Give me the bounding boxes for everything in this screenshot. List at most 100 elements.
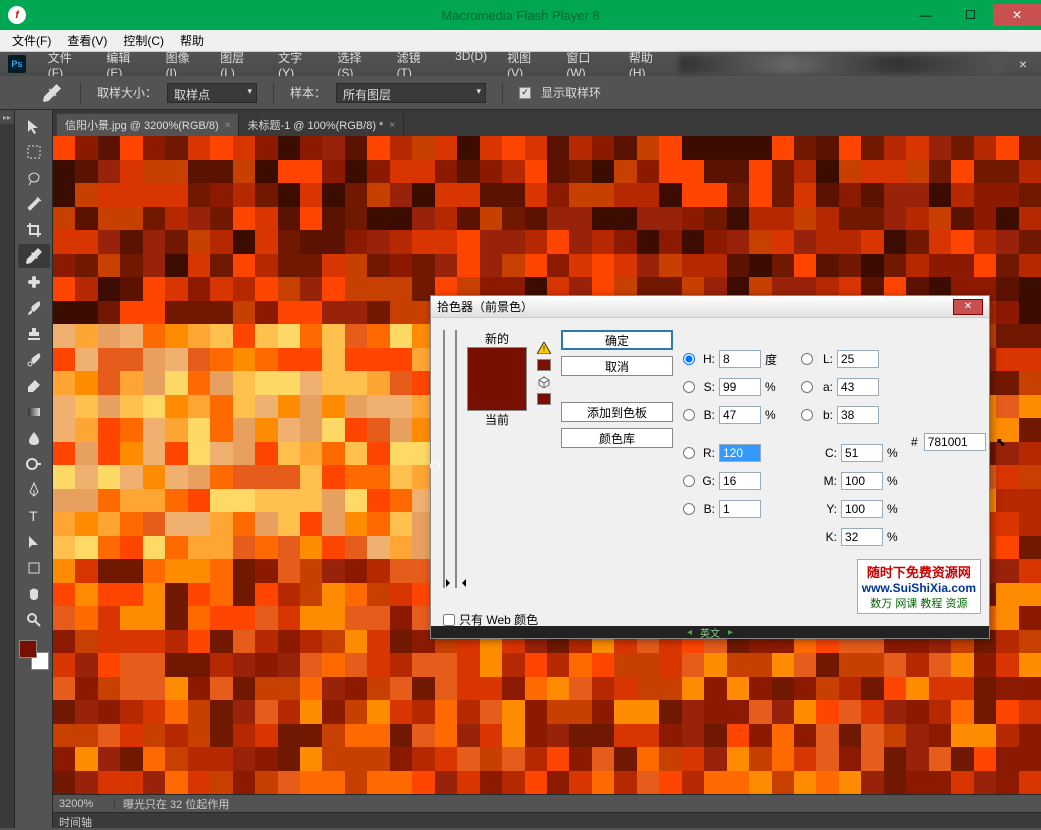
timeline-panel[interactable]: 时间轴 <box>53 812 1041 828</box>
websafe-swatch[interactable] <box>537 393 551 405</box>
l-input[interactable] <box>837 350 879 368</box>
healing-tool[interactable] <box>18 270 50 294</box>
crop-tool[interactable] <box>18 218 50 242</box>
color-swatches[interactable] <box>19 640 49 670</box>
b-radio[interactable] <box>683 409 695 421</box>
stamp-tool[interactable] <box>18 322 50 346</box>
lab-b-radio[interactable] <box>801 409 813 421</box>
rail-toggle[interactable]: ▸▸ <box>0 110 14 124</box>
sample-label: 样本： <box>290 84 326 101</box>
status-message: 曝光只在 32 位起作用 <box>115 796 237 812</box>
dialog-close-button[interactable]: ✕ <box>953 299 983 315</box>
ok-button[interactable]: 确定 <box>561 330 673 350</box>
path-select-tool[interactable] <box>18 530 50 554</box>
gamut-swatch[interactable] <box>537 359 551 371</box>
dodge-tool[interactable] <box>18 452 50 476</box>
pen-tool[interactable] <box>18 478 50 502</box>
tab-close-icon[interactable]: × <box>225 120 231 131</box>
gamut-warning-icon[interactable]: ! <box>537 342 551 354</box>
taskbar: ◂ 英文 ▸ <box>431 626 989 638</box>
left-rail: ▸▸ <box>0 110 15 828</box>
toolbox: T <box>15 110 53 828</box>
flash-title: Macromedia Flash Player 8 <box>441 8 599 23</box>
type-tool[interactable]: T <box>18 504 50 528</box>
brush-tool[interactable] <box>18 296 50 320</box>
current-color-swatch[interactable] <box>468 379 526 410</box>
b2-input[interactable] <box>719 500 761 518</box>
cancel-button[interactable]: 取消 <box>561 356 673 376</box>
color-picker-dialog: 拾色器（前景色） ✕ 新的 当前 ! <box>430 295 990 639</box>
blur-tool[interactable] <box>18 426 50 450</box>
history-brush-tool[interactable] <box>18 348 50 372</box>
color-field[interactable] <box>443 330 445 588</box>
b2-radio[interactable] <box>683 503 695 515</box>
ps-close-button[interactable]: × <box>1013 56 1033 72</box>
m-input[interactable] <box>841 472 883 490</box>
watermark: 随时下免费资源网 www.SuiShiXia.com 数万 网课 教程 资源 <box>857 559 981 614</box>
hue-slider[interactable] <box>455 330 457 588</box>
status-bar: 3200% 曝光只在 32 位起作用 <box>53 794 1041 812</box>
sample-layer-select[interactable]: 所有图层 <box>336 83 486 103</box>
zoom-level[interactable]: 3200% <box>53 798 115 810</box>
gradient-tool[interactable] <box>18 400 50 424</box>
marquee-tool[interactable] <box>18 140 50 164</box>
g-radio[interactable] <box>683 475 695 487</box>
a-radio[interactable] <box>801 381 813 393</box>
h-radio[interactable] <box>683 353 695 365</box>
shape-tool[interactable] <box>18 556 50 580</box>
tab-document-2[interactable]: 未标题-1 @ 100%(RGB/8) *× <box>239 114 404 136</box>
ime-arrow-icon[interactable]: ▸ <box>728 627 733 638</box>
r-input[interactable] <box>719 444 761 462</box>
h-input[interactable] <box>719 350 761 368</box>
ps-options-bar: 取样大小： 取样点 样本： 所有图层 ✓ 显示取样环 <box>0 76 1041 110</box>
lasso-tool[interactable] <box>18 166 50 190</box>
color-picker-title: 拾色器（前景色） <box>437 298 533 315</box>
move-tool[interactable] <box>18 114 50 138</box>
flash-titlebar[interactable]: f Macromedia Flash Player 8 — ☐ ✕ <box>0 0 1041 30</box>
zoom-tool[interactable] <box>18 608 50 632</box>
obscured-region <box>679 55 1005 73</box>
ps-logo-icon: Ps <box>8 55 26 73</box>
color-picker-titlebar[interactable]: 拾色器（前景色） ✕ <box>431 296 989 318</box>
cursor-icon: ⬉ <box>996 435 1006 449</box>
web-only-checkbox[interactable] <box>443 614 455 626</box>
close-button[interactable]: ✕ <box>993 4 1041 26</box>
s-input[interactable] <box>719 378 761 396</box>
color-field-cursor <box>430 461 440 471</box>
wand-tool[interactable] <box>18 192 50 216</box>
flash-icon: f <box>8 6 26 24</box>
color-library-button[interactable]: 颜色库 <box>561 428 673 448</box>
add-swatch-button[interactable]: 添加到色板 <box>561 402 673 422</box>
l-radio[interactable] <box>801 353 813 365</box>
sample-size-select[interactable]: 取样点 <box>167 83 257 103</box>
ime-arrow-icon[interactable]: ◂ <box>687 627 692 638</box>
document-tabs: 信阳小景.jpg @ 3200%(RGB/8)× 未标题-1 @ 100%(RG… <box>53 110 1041 136</box>
maximize-button[interactable]: ☐ <box>948 4 993 26</box>
show-ring-checkbox[interactable]: ✓ <box>519 87 531 99</box>
lab-b-input[interactable] <box>837 406 879 424</box>
show-ring-label: 显示取样环 <box>541 84 601 101</box>
s-radio[interactable] <box>683 381 695 393</box>
sample-size-label: 取样大小： <box>97 84 157 101</box>
new-color-label: 新的 <box>485 330 509 347</box>
y-input[interactable] <box>841 500 883 518</box>
hand-tool[interactable] <box>18 582 50 606</box>
c-input[interactable] <box>841 444 883 462</box>
ime-label[interactable]: 英文 <box>700 625 720 640</box>
svg-text:!: ! <box>543 345 545 354</box>
minimize-button[interactable]: — <box>903 4 948 26</box>
cube-icon[interactable] <box>537 376 551 388</box>
r-radio[interactable] <box>683 447 695 459</box>
tab-document-1[interactable]: 信阳小景.jpg @ 3200%(RGB/8)× <box>57 114 239 136</box>
eraser-tool[interactable] <box>18 374 50 398</box>
tab-close-icon[interactable]: × <box>389 120 395 131</box>
b-input[interactable] <box>719 406 761 424</box>
svg-text:T: T <box>29 508 38 524</box>
eyedropper-tool[interactable] <box>18 244 50 268</box>
g-input[interactable] <box>719 472 761 490</box>
a-input[interactable] <box>837 378 879 396</box>
foreground-color-swatch[interactable] <box>19 640 37 658</box>
k-input[interactable] <box>841 528 883 546</box>
eyedropper-icon[interactable] <box>40 81 64 105</box>
hex-input[interactable] <box>924 433 986 451</box>
